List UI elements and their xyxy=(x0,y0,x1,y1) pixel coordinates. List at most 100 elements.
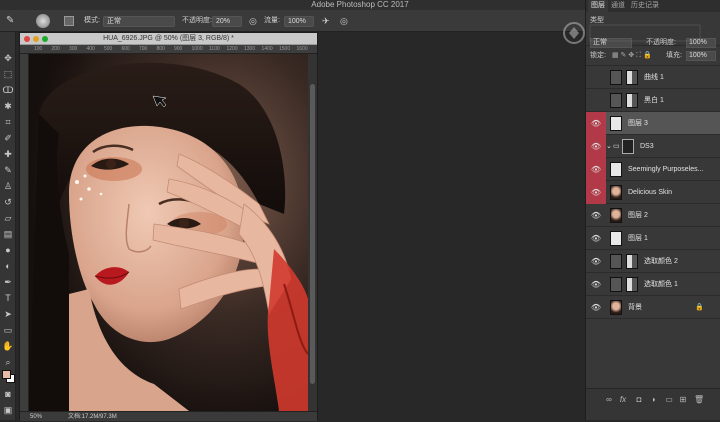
layer-thumbnail[interactable] xyxy=(610,231,622,246)
ruler-tick-label: 500 xyxy=(104,46,113,52)
layer-row[interactable]: 👁 Delicious Skin xyxy=(586,181,720,204)
pressure-opacity-icon[interactable]: ◎ xyxy=(249,15,257,27)
brush-panel-icon[interactable] xyxy=(64,16,74,26)
visibility-eye-icon[interactable]: 👁 xyxy=(586,227,606,250)
visibility-eye-icon[interactable] xyxy=(586,89,606,112)
layer-thumbnail[interactable] xyxy=(622,139,634,154)
document-titlebar[interactable]: HUA_6926.JPG @ 50% (图层 3, RGB/8) * xyxy=(20,33,317,45)
dodge-tool-icon[interactable]: ◐ xyxy=(2,260,14,272)
panel-tabs: 图层 通道 历史记录 xyxy=(586,0,720,12)
layer-name[interactable]: 背景 xyxy=(628,296,704,319)
layer-row[interactable]: 👁 Seemingly Purposeles... xyxy=(586,158,720,181)
history-brush-tool-icon[interactable]: ↺ xyxy=(2,196,14,208)
quick-select-tool-icon[interactable]: ✱ xyxy=(2,100,14,112)
visibility-eye-icon[interactable]: 👁 xyxy=(586,250,606,273)
crop-tool-icon[interactable]: ⌗ xyxy=(2,116,14,128)
hand-tool-icon[interactable]: ✋ xyxy=(2,340,14,352)
layer-row[interactable]: 👁 背景 🔒 xyxy=(586,296,720,319)
marquee-tool-icon[interactable]: ⬚ xyxy=(2,68,14,80)
blur-tool-icon[interactable]: ● xyxy=(2,244,14,256)
opacity-label: 不透明度: xyxy=(182,17,212,24)
visibility-eye-icon[interactable]: 👁 xyxy=(586,112,606,135)
layer-row[interactable]: 👁 ⌄ ▭ DS3 xyxy=(586,135,720,158)
panel-bottom-bar: ∞ fx ◘ ◑ ▭ ⊞ 🗑 xyxy=(586,388,720,420)
screen-mode-icon[interactable]: ▣ xyxy=(2,404,14,416)
layer-name[interactable]: 图层 2 xyxy=(628,204,718,227)
link-layers-icon[interactable]: ∞ xyxy=(604,395,614,405)
layer-row[interactable]: 👁 选取颜色 1 xyxy=(586,273,720,296)
group-disclosure-icon[interactable]: ⌄ xyxy=(606,135,612,158)
ruler-tick-label: 900 xyxy=(174,46,183,52)
eraser-tool-icon[interactable]: ▱ xyxy=(2,212,14,224)
visibility-eye-icon[interactable] xyxy=(586,66,606,89)
layer-thumbnail[interactable] xyxy=(610,116,622,131)
pen-tool-icon[interactable]: ✒ xyxy=(2,276,14,288)
visibility-eye-icon[interactable]: 👁 xyxy=(586,181,606,204)
layer-thumbnail[interactable] xyxy=(626,277,638,292)
layer-thumbnail[interactable] xyxy=(610,300,622,315)
ruler-tick-label: 800 xyxy=(156,46,165,52)
delete-layer-icon[interactable]: 🗑 xyxy=(694,395,704,405)
quick-mask-icon[interactable]: ◙ xyxy=(2,388,14,400)
layer-thumbnail[interactable] xyxy=(626,70,638,85)
type-tool-icon[interactable]: T xyxy=(2,292,14,304)
eyedropper-tool-icon[interactable]: ✐ xyxy=(2,132,14,144)
visibility-eye-icon[interactable]: 👁 xyxy=(586,273,606,296)
tab-layers[interactable]: 图层 xyxy=(588,0,608,12)
pressure-size-icon[interactable]: ◎ xyxy=(340,15,348,27)
brush-preset-icon[interactable] xyxy=(36,14,50,28)
zoom-level[interactable]: 50% xyxy=(30,412,42,422)
layer-thumbnail[interactable] xyxy=(626,254,638,269)
layer-name[interactable]: 图层 3 xyxy=(628,112,718,135)
foreground-color-swatch[interactable] xyxy=(2,370,11,379)
layer-name[interactable]: 图层 1 xyxy=(628,227,718,250)
adjustment-layer-icon[interactable]: ◑ xyxy=(648,395,658,405)
zoom-tool-icon[interactable]: ⌕ xyxy=(2,356,14,368)
opacity-input[interactable]: 20% xyxy=(212,16,242,27)
add-mask-icon[interactable]: ◘ xyxy=(634,395,644,405)
visibility-eye-icon[interactable]: 👁 xyxy=(586,135,606,158)
vertical-ruler[interactable] xyxy=(20,54,29,411)
brush-tool-icon-left[interactable]: ✎ xyxy=(2,164,14,176)
path-select-tool-icon[interactable]: ➤ xyxy=(2,308,14,320)
stamp-tool-icon[interactable]: ♙ xyxy=(2,180,14,192)
layer-row[interactable]: 黑白 1 xyxy=(586,89,720,112)
layer-thumbnail[interactable] xyxy=(610,208,622,223)
scroll-thumb[interactable] xyxy=(310,84,315,384)
layer-thumbnail[interactable] xyxy=(610,162,622,177)
layer-style-icon[interactable]: fx xyxy=(618,395,628,405)
visibility-eye-icon[interactable]: 👁 xyxy=(586,204,606,227)
layer-name[interactable]: 选取颜色 2 xyxy=(644,250,718,273)
layer-row[interactable]: 👁 图层 1 xyxy=(586,227,720,250)
tab-history[interactable]: 历史记录 xyxy=(628,0,662,12)
airbrush-icon[interactable]: ✈ xyxy=(322,15,330,27)
shape-tool-icon[interactable]: ▭ xyxy=(2,324,14,336)
new-group-icon[interactable]: ▭ xyxy=(664,395,674,405)
layer-name[interactable]: Delicious Skin xyxy=(628,181,718,204)
flow-input[interactable]: 100% xyxy=(284,16,314,27)
canvas-image[interactable] xyxy=(29,54,308,411)
mode-select[interactable]: 正常 xyxy=(103,16,175,27)
layer-row[interactable]: 👁 图层 2 xyxy=(586,204,720,227)
healing-tool-icon[interactable]: ✚ xyxy=(2,148,14,160)
layer-row[interactable]: 👁 选取颜色 2 xyxy=(586,250,720,273)
tab-channels[interactable]: 通道 xyxy=(608,0,628,12)
brush-tool-icon[interactable]: ✎ xyxy=(6,15,14,27)
layer-thumbnail[interactable] xyxy=(626,93,638,108)
layer-name[interactable]: 曲线 1 xyxy=(644,66,718,89)
new-layer-icon[interactable]: ⊞ xyxy=(678,395,688,405)
horizontal-ruler[interactable]: 100 200 300 400 500 600 700 800 900 1000 1100 1200 1… xyxy=(20,45,317,54)
layer-row[interactable]: 👁 图层 3 xyxy=(586,112,720,135)
layer-name[interactable]: DS3 xyxy=(640,135,718,158)
layer-name[interactable]: Seemingly Purposeles... xyxy=(628,158,718,181)
layer-row[interactable]: 曲线 1 xyxy=(586,66,720,89)
layer-name[interactable]: 黑白 1 xyxy=(644,89,718,112)
layer-thumbnail[interactable] xyxy=(610,185,622,200)
visibility-eye-icon[interactable]: 👁 xyxy=(586,296,606,319)
gradient-tool-icon[interactable]: ▤ xyxy=(2,228,14,240)
visibility-eye-icon[interactable]: 👁 xyxy=(586,158,606,181)
lasso-tool-icon[interactable]: ↀ xyxy=(2,84,14,96)
layer-name[interactable]: 选取颜色 1 xyxy=(644,273,718,296)
move-tool-icon[interactable]: ✥ xyxy=(2,52,14,64)
vertical-scrollbar[interactable] xyxy=(308,54,317,411)
